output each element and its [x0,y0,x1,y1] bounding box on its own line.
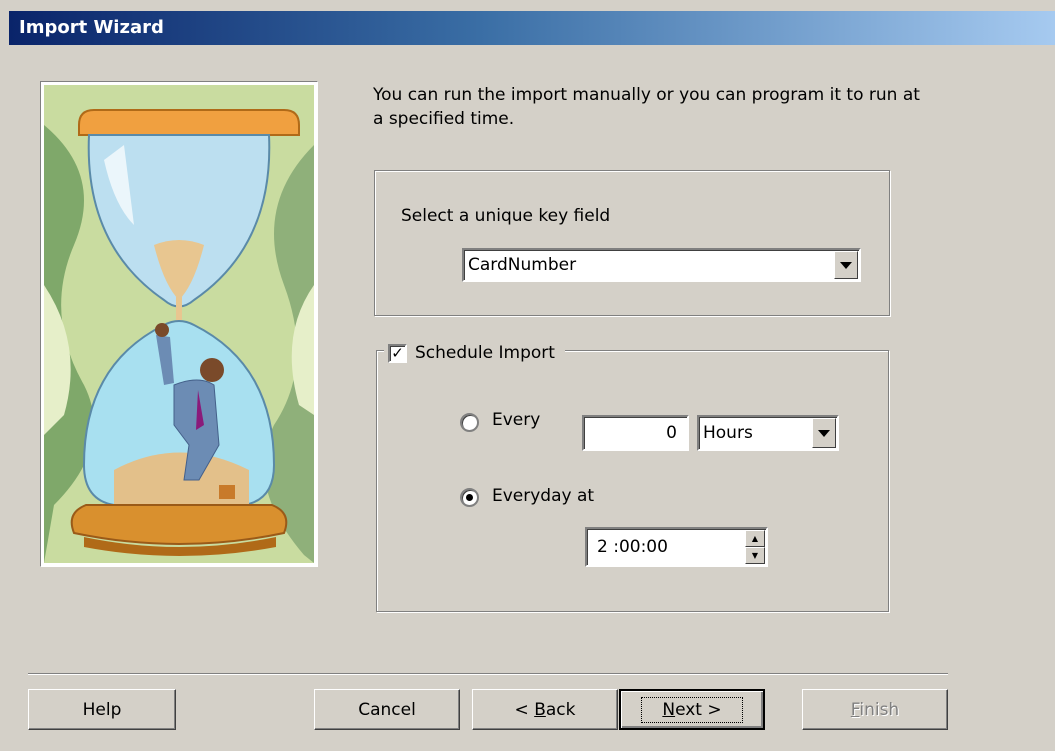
checkmark-icon: ✓ [391,343,404,362]
back-button[interactable]: < Back [472,689,618,730]
schedule-import-checkbox[interactable]: ✓ [388,343,407,363]
everyday-radio[interactable] [460,488,479,507]
key-field-group [374,170,890,316]
radio-selected-dot [466,494,473,501]
every-label: Every [492,410,541,430]
back-button-label: < Back [515,700,576,720]
key-field-value: CardNumber [468,255,577,275]
everyday-label: Everyday at [492,486,595,506]
key-field-label: Select a unique key field [401,206,611,226]
window-title-bar: Import Wizard [9,11,1055,45]
intro-text: You can run the import manually or you c… [373,85,920,129]
schedule-import-label: Schedule Import [415,343,555,363]
schedule-import-group [376,350,889,612]
finish-button[interactable]: Finish [802,689,948,730]
cancel-button-label: Cancel [358,699,416,720]
dropdown-arrow-icon[interactable] [834,251,858,279]
spin-down-icon[interactable]: ▼ [745,547,765,564]
unit-dropdown-arrow-icon[interactable] [812,418,836,448]
interval-unit-select[interactable]: Hours [697,415,839,451]
next-mnemonic: N [662,699,676,720]
every-value-input[interactable]: 0 [582,415,689,451]
back-rest: ack [545,699,576,720]
hourglass-illustration [40,81,318,567]
next-button[interactable]: Next > [619,689,765,730]
help-button-label: Help [82,699,122,720]
key-field-combobox[interactable]: CardNumber [462,248,861,282]
finish-button-label: Finish [851,700,899,720]
back-prefix: < [514,699,535,720]
time-spinner[interactable]: ▲ ▼ [745,530,765,564]
time-picker[interactable]: 2 :00:00 ▲ ▼ [585,527,768,567]
cancel-button[interactable]: Cancel [314,689,460,730]
back-mnemonic: B [534,699,546,720]
window-title: Import Wizard [19,17,164,38]
next-rest: ext > [675,699,722,720]
finish-rest: inish [859,699,900,720]
every-value: 0 [666,423,677,443]
every-radio[interactable] [460,413,479,432]
help-button[interactable]: Help [28,689,176,730]
interval-unit-value: Hours [703,423,753,443]
next-button-label: Next > [641,696,743,723]
schedule-import-toggle[interactable]: ✓ Schedule Import [384,339,565,367]
spin-up-icon[interactable]: ▲ [745,530,765,547]
footer-divider [28,673,948,675]
time-value: 2 :00:00 [597,537,668,557]
